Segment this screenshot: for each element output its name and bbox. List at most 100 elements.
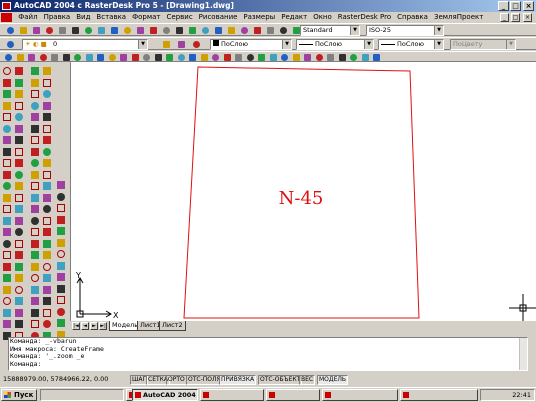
layer-tool-button[interactable]: [160, 38, 171, 49]
standard-tool-button[interactable]: [186, 24, 197, 35]
standard-tool-button[interactable]: [56, 24, 67, 35]
draw-tool-button[interactable]: [14, 112, 25, 123]
draw-tool-button[interactable]: [42, 319, 53, 330]
start-button[interactable]: Пуск: [1, 389, 37, 401]
layer-select[interactable]: ☀ ◐ ■ 0 ▼: [22, 39, 148, 50]
status-toggle[interactable]: ОРТО: [166, 375, 187, 385]
draw-tool-button[interactable]: [56, 180, 67, 191]
doc-minimize-button[interactable]: _: [500, 13, 509, 22]
draw-tool-button[interactable]: [2, 170, 13, 181]
draw-tool-button[interactable]: [14, 262, 25, 273]
menu-window[interactable]: Окно: [310, 12, 335, 23]
layer-tool-button[interactable]: [175, 38, 186, 49]
draw-tool-button[interactable]: [14, 170, 25, 181]
draw-tool-button[interactable]: [2, 319, 13, 330]
draw-tool-button[interactable]: [30, 101, 41, 112]
draw-tool-button[interactable]: [42, 89, 53, 100]
standard-tool-button[interactable]: [82, 24, 93, 35]
draw-tool-button[interactable]: [42, 227, 53, 238]
draw-tool-button[interactable]: [14, 296, 25, 307]
draw-tool-button[interactable]: [30, 181, 41, 192]
close-button[interactable]: ×: [523, 1, 534, 11]
draw-tool-button[interactable]: [14, 204, 25, 215]
standard-tool-button[interactable]: [108, 24, 119, 35]
autocad-app-icon[interactable]: [2, 2, 11, 10]
draw-tool-button[interactable]: [30, 193, 41, 204]
draw-tool-button[interactable]: [30, 170, 41, 181]
draw-tool-button[interactable]: [14, 308, 25, 319]
draw-tool-button[interactable]: [30, 158, 41, 169]
draw-tool-button[interactable]: [42, 193, 53, 204]
standard-tool-button[interactable]: [95, 24, 106, 35]
draw-tool-button[interactable]: [2, 147, 13, 158]
command-prompt[interactable]: Команда:: [10, 360, 527, 369]
draw-tool-button[interactable]: [14, 101, 25, 112]
draw-tool-button[interactable]: [30, 262, 41, 273]
draw-tool-button[interactable]: [14, 135, 25, 146]
draw-tool-button[interactable]: [30, 285, 41, 296]
draw-tool-button[interactable]: [56, 307, 67, 318]
standard-tool-button[interactable]: [199, 24, 210, 35]
menu-rasterdesk[interactable]: RasterDesk Pro: [335, 12, 394, 23]
draw-tool-button[interactable]: [30, 319, 41, 330]
draw-tool-button[interactable]: [2, 239, 13, 250]
draw-tool-button[interactable]: [30, 308, 41, 319]
doc-close-button[interactable]: ×: [523, 13, 532, 22]
menu-insert[interactable]: Вставка: [93, 12, 129, 23]
draw-tool-button[interactable]: [56, 203, 67, 214]
maximize-button[interactable]: □: [510, 1, 521, 11]
standard-tool-button[interactable]: [134, 24, 145, 35]
draw-tool-button[interactable]: [30, 296, 41, 307]
draw-tool-button[interactable]: [2, 308, 13, 319]
draw-tool-button[interactable]: [14, 78, 25, 89]
drawing-canvas[interactable]: N-45 Y X: [70, 61, 536, 322]
draw-tool-button[interactable]: [42, 296, 53, 307]
draw-tool-button[interactable]: [14, 181, 25, 192]
draw-tool-button[interactable]: [14, 250, 25, 261]
draw-tool-button[interactable]: [56, 192, 67, 203]
raster-tool-button[interactable]: [25, 51, 36, 62]
taskbar-task-button[interactable]: [200, 389, 264, 401]
draw-tool-button[interactable]: [30, 227, 41, 238]
draw-tool-button[interactable]: [30, 78, 41, 89]
draw-tool-button[interactable]: [56, 318, 67, 329]
draw-tool-button[interactable]: [42, 112, 53, 123]
draw-tool-button[interactable]: [2, 135, 13, 146]
standard-tool-button[interactable]: [264, 24, 275, 35]
standard-tool-button[interactable]: [121, 24, 132, 35]
draw-tool-button[interactable]: [2, 193, 13, 204]
draw-tool-button[interactable]: [56, 249, 67, 260]
draw-tool-button[interactable]: [56, 261, 67, 272]
draw-tool-button[interactable]: [14, 124, 25, 135]
draw-tool-button[interactable]: [30, 250, 41, 261]
draw-tool-button[interactable]: [42, 285, 53, 296]
menu-view[interactable]: Вид: [73, 12, 93, 23]
draw-tool-button[interactable]: [2, 78, 13, 89]
color-select[interactable]: ПоСлою ▼: [210, 39, 292, 50]
lineweight-select[interactable]: ПоСлою ▼: [378, 39, 444, 50]
menu-edit[interactable]: Правка: [41, 12, 74, 23]
draw-tool-button[interactable]: [56, 284, 67, 295]
draw-tool-button[interactable]: [2, 250, 13, 261]
draw-tool-button[interactable]: [42, 147, 53, 158]
tab-layout2[interactable]: Лист2: [159, 321, 186, 331]
taskbar-task-button[interactable]: [266, 389, 320, 401]
tab-prev-button[interactable]: ◄: [81, 322, 89, 330]
status-toggle[interactable]: ОТС-ОБЪЕКТ: [258, 375, 303, 385]
command-window[interactable]: Команда: _-vbarun Имя макроса: CreateFram…: [8, 337, 528, 371]
draw-tool-button[interactable]: [2, 181, 13, 192]
draw-tool-button[interactable]: [30, 204, 41, 215]
draw-tool-button[interactable]: [2, 227, 13, 238]
draw-tool-button[interactable]: [30, 112, 41, 123]
taskbar-task-button[interactable]: [322, 389, 398, 401]
draw-tool-button[interactable]: [56, 238, 67, 249]
standard-tool-button[interactable]: [17, 24, 28, 35]
dim-style-select[interactable]: ISO-25 ▼: [366, 25, 444, 36]
draw-tool-button[interactable]: [42, 216, 53, 227]
status-toggle[interactable]: МОДЕЛЬ: [317, 375, 349, 385]
draw-tool-button[interactable]: [30, 273, 41, 284]
draw-tool-button[interactable]: [56, 295, 67, 306]
menu-file[interactable]: Файл: [15, 12, 40, 23]
draw-tool-button[interactable]: [42, 250, 53, 261]
draw-tool-button[interactable]: [2, 204, 13, 215]
